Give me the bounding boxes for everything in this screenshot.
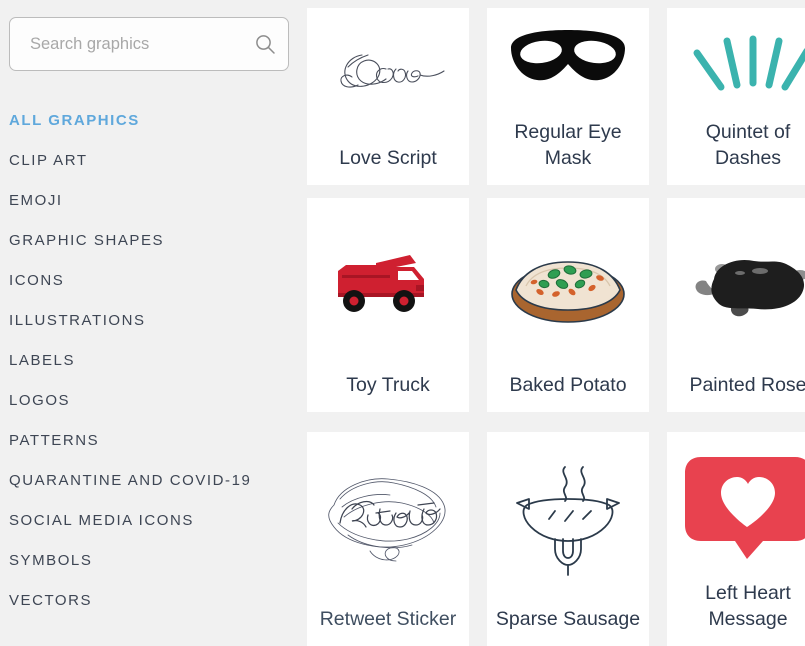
search-input[interactable] — [10, 18, 250, 70]
graphic-card-label: Retweet Sticker — [319, 608, 457, 630]
graphic-card-label: Regular Eye Mask — [514, 121, 622, 169]
sidebar-item-social-media-icons[interactable]: SOCIAL MEDIA ICONS — [0, 500, 307, 540]
sidebar-item-graphic-shapes[interactable]: GRAPHIC SHAPES — [0, 220, 307, 260]
graphic-card-label: Toy Truck — [346, 374, 430, 396]
graphic-card-label: Left Heart Message — [705, 582, 791, 630]
sidebar-item-symbols[interactable]: SYMBOLS — [0, 540, 307, 580]
toy-dump-truck-icon — [307, 198, 469, 372]
sidebar-item-emoji[interactable]: EMOJI — [0, 180, 307, 220]
graphics-library-browser: ALL GRAPHICS CLIP ART EMOJI GRAPHIC SHAP… — [0, 0, 805, 646]
love-script-calligraphy-icon — [307, 8, 469, 145]
search-box[interactable] — [9, 17, 289, 71]
graphic-card-love-script[interactable]: Love Script — [307, 8, 469, 185]
graphic-card-regular-eye-mask[interactable]: Regular Eye Mask — [487, 8, 649, 185]
sidebar-item-icons[interactable]: ICONS — [0, 260, 307, 300]
sidebar-item-patterns[interactable]: PATTERNS — [0, 420, 307, 460]
sidebar-item-logos[interactable]: LOGOS — [0, 380, 307, 420]
painted-ink-blot-icon — [667, 198, 805, 372]
graphic-card-sparse-sausage[interactable]: Sparse Sausage — [487, 432, 649, 646]
sidebar-item-all-graphics[interactable]: ALL GRAPHICS — [0, 100, 307, 140]
sidebar-item-illustrations[interactable]: ILLUSTRATIONS — [0, 300, 307, 340]
heart-speech-bubble-icon — [667, 432, 805, 580]
graphic-card-label: Love Script — [339, 147, 437, 169]
sidebar-item-clip-art[interactable]: CLIP ART — [0, 140, 307, 180]
graphic-card-toy-truck[interactable]: Toy Truck — [307, 198, 469, 412]
graphics-grid: Love Script Regular Eye Mask Quintet of … — [307, 0, 805, 646]
category-nav: ALL GRAPHICS CLIP ART EMOJI GRAPHIC SHAP… — [0, 100, 307, 620]
graphic-card-label: Sparse Sausage — [495, 608, 641, 630]
sidebar-item-labels[interactable]: LABELS — [0, 340, 307, 380]
graphic-card-retweet-sticker[interactable]: Retweet Sticker — [307, 432, 469, 646]
quintet-of-dashes-icon — [667, 8, 805, 119]
graphic-card-label: Quintet of Dashes — [705, 121, 791, 169]
retweet-calligraphy-icon — [307, 432, 469, 606]
sidebar-item-vectors[interactable]: VECTORS — [0, 580, 307, 620]
graphic-card-painted-rose[interactable]: Painted Rose — [667, 198, 805, 412]
eye-mask-icon — [487, 8, 649, 119]
graphic-card-baked-potato[interactable]: Baked Potato — [487, 198, 649, 412]
baked-potato-icon — [487, 198, 649, 372]
sidebar-item-quarantine-and-covid-19[interactable]: QUARANTINE AND COVID-19 — [0, 460, 307, 500]
graphic-card-label: Painted Rose — [689, 374, 805, 396]
sausage-on-fork-icon — [487, 432, 649, 606]
graphic-card-quintet-of-dashes[interactable]: Quintet of Dashes — [667, 8, 805, 185]
search-icon[interactable] — [250, 18, 288, 70]
sidebar: ALL GRAPHICS CLIP ART EMOJI GRAPHIC SHAP… — [0, 0, 307, 646]
graphic-card-label: Baked Potato — [509, 374, 627, 396]
graphic-card-left-heart-message[interactable]: Left Heart Message — [667, 432, 805, 646]
